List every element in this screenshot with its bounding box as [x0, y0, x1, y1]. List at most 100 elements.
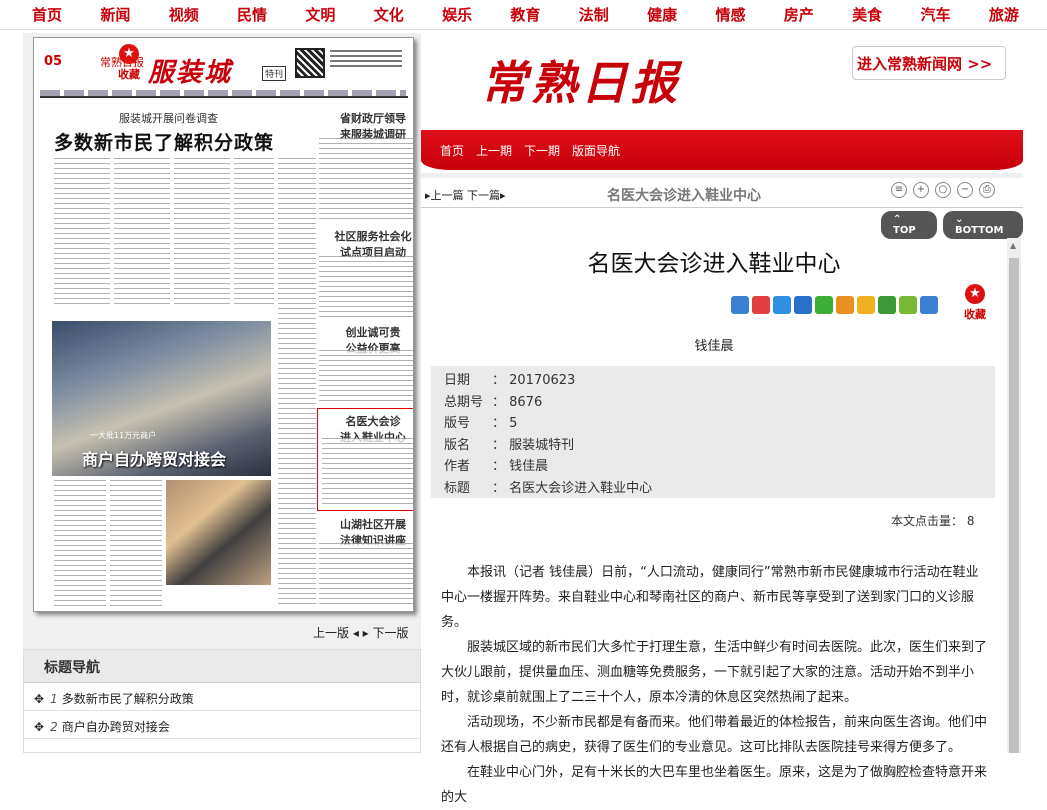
header-banner: 常熟日报 进入常熟新闻网 >> 首页 上一期 下一期 版面导航	[421, 33, 1023, 173]
top-nav: 首页 新闻 视频 民情 文明 文化 娱乐 教育 法制 健康 情感 房产 美食 汽车 旅游	[0, 0, 1047, 30]
next-article-link[interactable]: 下一篇	[467, 189, 500, 202]
meta-row: 总期号： 8676	[444, 392, 982, 414]
top-nav-link[interactable]: 视频	[169, 4, 199, 25]
prev-page-link[interactable]: 上一版	[313, 626, 349, 640]
go-news-site-button[interactable]: 进入常熟新闻网 >>	[852, 46, 1006, 80]
article-favorite-button[interactable]: ★ 收藏	[963, 284, 987, 322]
text-column	[319, 256, 413, 321]
top-nav-link[interactable]: 文明	[305, 4, 335, 25]
top-nav-link[interactable]: 情感	[715, 4, 745, 25]
index-item[interactable]: ✥ 1 多数新市民了解积分政策	[24, 683, 420, 711]
top-nav-link[interactable]: 民情	[237, 4, 267, 25]
share-weibo-icon[interactable]	[752, 296, 770, 314]
newspaper-page-preview[interactable]: 05 常熟日报 ★ 收藏 服装城 特刊 服装城开展问卷调查 多数新市民了解积分政…	[33, 37, 414, 612]
share-douban-icon[interactable]	[878, 296, 896, 314]
nav-next-issue-link[interactable]: 下一期	[524, 142, 560, 159]
article-tools: ≡ + ○ − ⎙	[891, 182, 995, 198]
news-photo[interactable]	[166, 480, 271, 585]
paper-favorite-button[interactable]: ★ 收藏	[117, 42, 141, 92]
qr-code-icon	[295, 48, 325, 78]
nav-layout-link[interactable]: 版面导航	[572, 142, 620, 159]
top-nav-link[interactable]: 教育	[510, 4, 540, 25]
meta-key: 作者	[444, 459, 471, 474]
meta-value: 5	[509, 416, 518, 431]
star-icon: ★	[965, 284, 985, 304]
share-more-icon[interactable]	[731, 296, 749, 314]
nav-prev-issue-link[interactable]: 上一期	[476, 142, 512, 159]
zoom-reset-icon[interactable]: ○	[935, 182, 951, 198]
article-toolbar: ▸上一篇 下一篇▸ 名医大会诊进入鞋业中心 ≡ + ○ − ⎙	[421, 178, 1023, 208]
article-nav: ▸上一篇 下一篇▸	[425, 187, 506, 203]
arrow-icons: ◂ ▸	[352, 626, 373, 640]
toolbar-title: 名医大会诊进入鞋业中心	[607, 188, 761, 204]
paper-title: 服装城	[148, 58, 233, 88]
copy-icon[interactable]: ≡	[891, 182, 907, 198]
favorite-label: 收藏	[118, 68, 140, 81]
top-nav-link[interactable]: 新闻	[100, 4, 130, 25]
article-paragraph: 服装城区域的新市民们大多忙于打理生意，生活中鲜少有时间去医院。此次，医生们来到了…	[441, 640, 988, 705]
zoom-in-icon[interactable]: +	[913, 182, 929, 198]
article-body: 本报讯（记者 钱佳晨）日前，“人口流动，健康同行”常熟市新市民健康城市行活动在鞋…	[441, 560, 987, 810]
photo-caption: 一大批11万元商户	[90, 431, 157, 440]
index-number: 2	[50, 720, 58, 734]
meta-key: 总期号	[444, 394, 484, 410]
star-icon: ★	[119, 44, 139, 64]
top-nav-link[interactable]: 健康	[647, 4, 677, 25]
diamond-icon: ✥	[34, 692, 45, 706]
article-headline: 名医大会诊进入鞋业中心	[587, 251, 841, 277]
print-icon[interactable]: ⎙	[979, 182, 995, 198]
prev-article-link[interactable]: 上一篇	[431, 189, 464, 202]
nav-home-link[interactable]: 首页	[440, 142, 464, 159]
edition-nav-bar: 首页 上一期 下一期 版面导航	[421, 130, 1023, 170]
meta-key: 标题	[444, 480, 471, 496]
brand-logo: 常熟日报	[481, 56, 681, 110]
article-paragraph: 在鞋业中心门外，足有十米长的大巴车里也坐着医生。原来，这是为了做胸腔检查特意开来…	[441, 765, 988, 805]
meta-row: 版号： 5	[444, 413, 982, 435]
next-page-link[interactable]: 下一版	[373, 626, 409, 640]
lead-headline[interactable]: 多数新市民了解积分政策	[54, 128, 274, 155]
scroll-up-icon[interactable]: ▲	[1010, 241, 1016, 250]
text-column	[234, 158, 274, 308]
top-nav-link[interactable]: 法制	[579, 4, 609, 25]
share-qzone-icon[interactable]	[773, 296, 791, 314]
text-column	[110, 480, 162, 608]
share-star-icon[interactable]	[857, 296, 875, 314]
top-nav-link[interactable]: 旅游	[989, 4, 1019, 25]
top-button[interactable]: ⌃ TOP	[881, 211, 938, 239]
triangle-icon: ▸	[500, 189, 506, 202]
current-article-highlight[interactable]	[317, 408, 413, 511]
index-link[interactable]: 商户自办跨贸对接会	[62, 720, 170, 734]
index-link[interactable]: 多数新市民了解积分政策	[62, 692, 194, 706]
diamond-icon: ✥	[34, 720, 45, 734]
top-nav-link[interactable]: 美食	[852, 4, 882, 25]
zoom-out-icon[interactable]: −	[957, 182, 973, 198]
paper-page-number: 05	[44, 54, 63, 69]
paper-dateline	[40, 90, 406, 96]
text-column	[319, 543, 413, 608]
top-nav-link[interactable]: 首页	[32, 4, 62, 25]
scrollbar[interactable]: ▲	[1007, 238, 1021, 753]
top-nav-link[interactable]: 汽车	[920, 4, 950, 25]
share-tqq-icon[interactable]	[836, 296, 854, 314]
share-count-icon[interactable]	[920, 296, 938, 314]
share-kaixin-icon[interactable]	[899, 296, 917, 314]
photo-headline[interactable]: 商户自办跨贸对接会	[82, 446, 226, 470]
hit-count: 本文点击量： 8	[891, 514, 975, 528]
top-nav-link[interactable]: 文化	[374, 4, 404, 25]
top-nav-link[interactable]: 房产	[784, 4, 814, 25]
article-meta-box: 日期： 20170623 总期号： 8676 版号： 5 版名： 服装城特刊 作者： 钱…	[431, 366, 995, 498]
share-wechat-icon[interactable]	[815, 296, 833, 314]
paper-tag: 特刊	[262, 66, 287, 81]
text-column	[114, 158, 170, 308]
scrollbar-thumb[interactable]	[1009, 258, 1019, 753]
top-nav-link[interactable]: 娱乐	[442, 4, 472, 25]
index-item[interactable]: ✥ 2 商户自办跨贸对接会	[24, 711, 420, 739]
meta-key: 日期	[444, 373, 471, 388]
share-renren-icon[interactable]	[794, 296, 812, 314]
meta-value: 名医大会诊进入鞋业中心	[509, 480, 653, 496]
meta-row: 作者： 钱佳晨	[444, 456, 982, 478]
bottom-button[interactable]: ⌄ BOTTOM	[943, 211, 1023, 239]
lead-subtitle: 服装城开展问卷调查	[119, 112, 218, 125]
favorite-label: 收藏	[964, 308, 986, 321]
text-column	[278, 158, 316, 608]
